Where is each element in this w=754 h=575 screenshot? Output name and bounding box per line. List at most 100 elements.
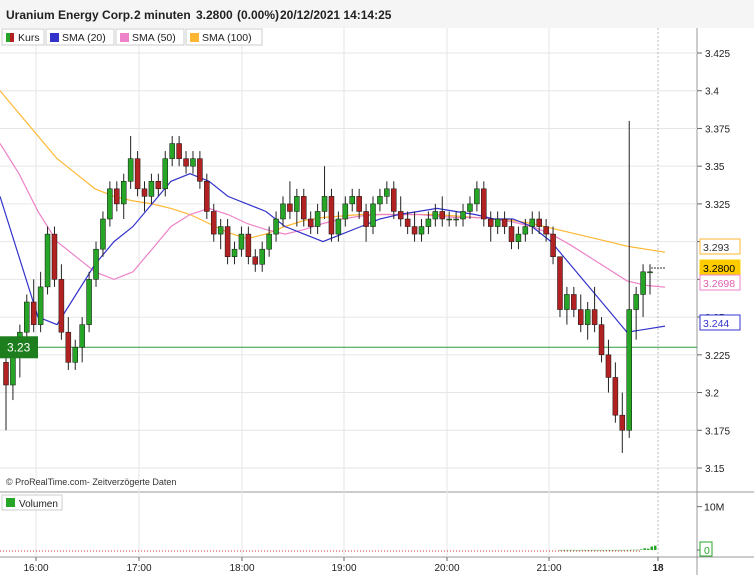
y-tick-label: 3.2 [705,389,719,400]
candle-body [487,218,494,227]
candle-body [439,211,446,220]
legend: Kurs SMA (20) SMA (50) SMA (100) [1,28,263,46]
candle-body [453,218,459,221]
legend-swatch [10,33,14,42]
price-tag: 3.2800 [699,259,741,276]
candle-body [536,218,542,227]
x-tick-label: 18:00 [229,563,254,574]
candle-body [24,301,30,333]
price-tag-label: 3.2800 [703,263,735,275]
candle-body [598,324,605,356]
candle-body [384,188,390,197]
candle-body [363,211,369,227]
candle-body [314,211,321,227]
candle-body [474,188,480,205]
x-tick-label: 19:00 [331,563,356,574]
volume-bar [587,549,590,551]
x-tick-label: 17:00 [126,563,151,574]
legend-label: SMA (20) [62,32,106,44]
legend-item: Kurs [1,28,45,46]
candle-body [584,309,591,325]
volume-legend: Volumen [1,494,63,511]
candle-body [321,196,328,212]
volume-bar [569,549,573,551]
y-tick-label: 3.425 [705,49,730,60]
candle-body [328,196,335,235]
candle-body [273,218,279,235]
candle-body [93,248,99,280]
legend-label: SMA (100) [202,32,252,44]
y-tick-label: 3.35 [705,162,725,173]
legend-item: SMA (50) [115,28,185,46]
candle-body [370,203,376,227]
candle-body [446,218,452,221]
price-tag-label: 3.2698 [703,278,735,290]
candle-body [633,294,639,310]
price-tag-label: 3.244 [703,318,729,330]
y-tick-label: 3.15 [705,464,725,475]
candle-body [217,226,224,235]
candle-body [515,233,522,242]
candle-body [342,203,349,220]
legend-label: SMA (50) [132,32,176,44]
candle-body [647,271,653,274]
candle-body [501,218,508,227]
candle-body [522,226,529,235]
x-tick-label: 18 [652,563,664,574]
volume-bar [618,549,622,551]
candle-body [640,271,646,295]
legend-swatch [190,33,199,42]
candle-body [280,203,286,220]
candle-body [294,196,300,212]
candle-body [571,294,577,310]
candle-body [210,211,217,235]
candle-body [58,279,65,333]
level-tag: 3.23 [0,336,38,359]
volume-bar [580,549,583,551]
candle-body [238,233,245,250]
price-tag: 3.2698 [699,274,741,291]
volume-bar [611,549,615,551]
candle-body [44,233,51,288]
candle-body [266,233,272,250]
candle-body [578,309,584,325]
price-tag: 3.293 [699,238,741,255]
y-tick-label: 3.225 [705,351,730,362]
candle-body [605,354,612,378]
candle-body [467,203,473,212]
candle-body [543,226,549,235]
y-tick-label: 3.375 [705,124,730,135]
volume-bar [650,546,653,550]
candle-body [564,294,570,310]
candle-body [86,279,92,325]
candle-body [141,188,148,197]
volume-bar [629,549,632,551]
candle-body [197,158,203,182]
volume-bar [654,545,657,550]
candle-body [612,377,619,416]
volume-bar [625,549,629,551]
volume-axis: 10M 0 [697,502,724,557]
candle-body [335,218,342,235]
candle-body [183,158,189,167]
candle-body [259,248,265,265]
volume-bar [636,549,639,551]
candle-body [377,196,383,205]
volume-bar [590,549,594,551]
legend-label: Kurs [18,32,40,44]
candle-body [411,226,418,235]
candle-body [356,196,362,212]
candle-body [557,256,563,310]
candle-body [494,218,501,227]
candle-body [432,211,439,220]
candle-body [79,324,85,348]
legend-item: SMA (100) [185,28,263,46]
header-datetime: 20/12/2021 14:14:25 [280,8,392,22]
candle-body [127,158,134,182]
price-tag-label: 3.293 [703,242,729,254]
candle-body [72,347,78,363]
candle-body [3,362,9,386]
volume-bar [583,549,587,551]
main-plot-area [0,28,697,492]
volume-legend-swatch [6,498,15,507]
